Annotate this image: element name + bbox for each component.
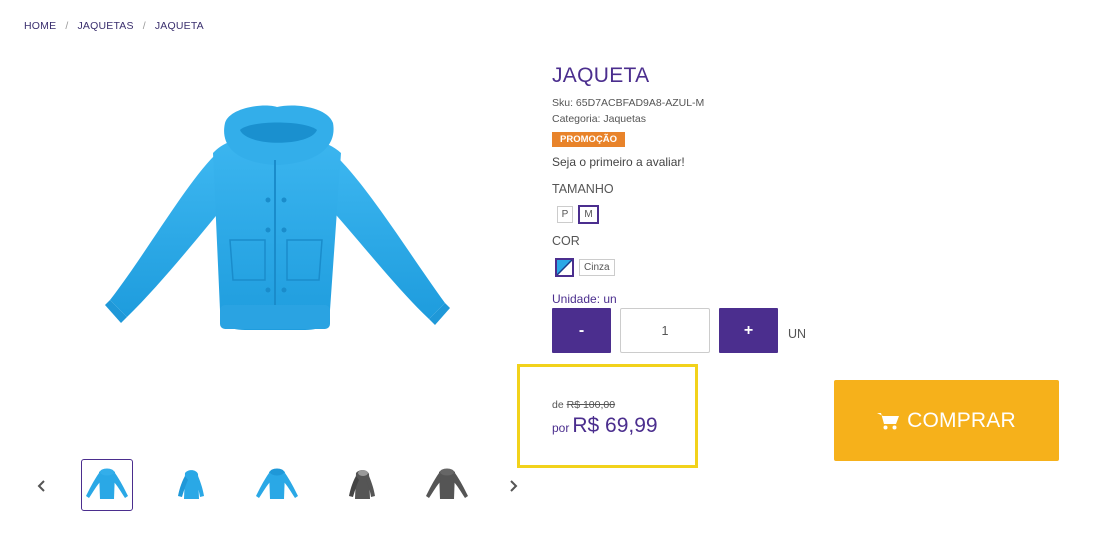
color-label: COR: [552, 234, 580, 248]
new-price-value: R$ 69,99: [572, 414, 658, 437]
breadcrumb: HOME / JAQUETAS / JAQUETA: [24, 20, 204, 32]
thumbnail-3[interactable]: [251, 459, 303, 511]
buy-button-label: COMPRAR: [907, 408, 1016, 432]
breadcrumb-separator: /: [65, 20, 69, 32]
old-price: de R$ 100,00: [552, 399, 615, 411]
cart-icon: [877, 412, 900, 429]
product-title: JAQUETA: [552, 64, 650, 87]
old-price-value: R$ 100,00: [566, 399, 616, 411]
thumbnail-1[interactable]: [81, 459, 133, 511]
unit-suffix: UN: [788, 327, 807, 341]
breadcrumb-jaquetas[interactable]: JAQUETAS: [77, 20, 133, 32]
thumbnails-next-icon[interactable]: [503, 476, 523, 496]
review-link[interactable]: Seja o primeiro a avaliar!: [552, 155, 685, 169]
size-option-p[interactable]: P: [557, 206, 573, 223]
quantity-input[interactable]: [620, 308, 710, 353]
promo-badge: PROMOÇÃO: [552, 132, 625, 147]
color-name-option[interactable]: Cinza: [579, 259, 615, 276]
product-sku: Sku: 65D7ACBFAD9A8-AZUL-M: [552, 97, 705, 109]
product-main-image[interactable]: [105, 105, 450, 335]
thumbnail-2[interactable]: [165, 459, 217, 511]
thumbnail-5[interactable]: [421, 459, 473, 511]
breadcrumb-home[interactable]: HOME: [24, 20, 56, 32]
color-swatch[interactable]: [555, 258, 574, 277]
size-option-m[interactable]: M: [578, 205, 599, 224]
product-category: Categoria: Jaquetas: [552, 113, 646, 125]
size-label: TAMANHO: [552, 182, 614, 196]
new-price-prefix: por: [552, 421, 570, 435]
thumbnails-prev-icon[interactable]: [32, 476, 52, 496]
quantity-increase-button[interactable]: +: [719, 308, 778, 353]
thumbnail-4[interactable]: [336, 459, 388, 511]
unit-label: Unidade: un: [552, 292, 617, 306]
breadcrumb-separator: /: [142, 20, 146, 32]
old-price-prefix: de: [552, 399, 564, 411]
buy-button[interactable]: COMPRAR: [834, 380, 1059, 461]
new-price: por R$ 69,99: [552, 414, 658, 438]
quantity-decrease-button[interactable]: -: [552, 308, 611, 353]
breadcrumb-current: JAQUETA: [154, 20, 204, 32]
